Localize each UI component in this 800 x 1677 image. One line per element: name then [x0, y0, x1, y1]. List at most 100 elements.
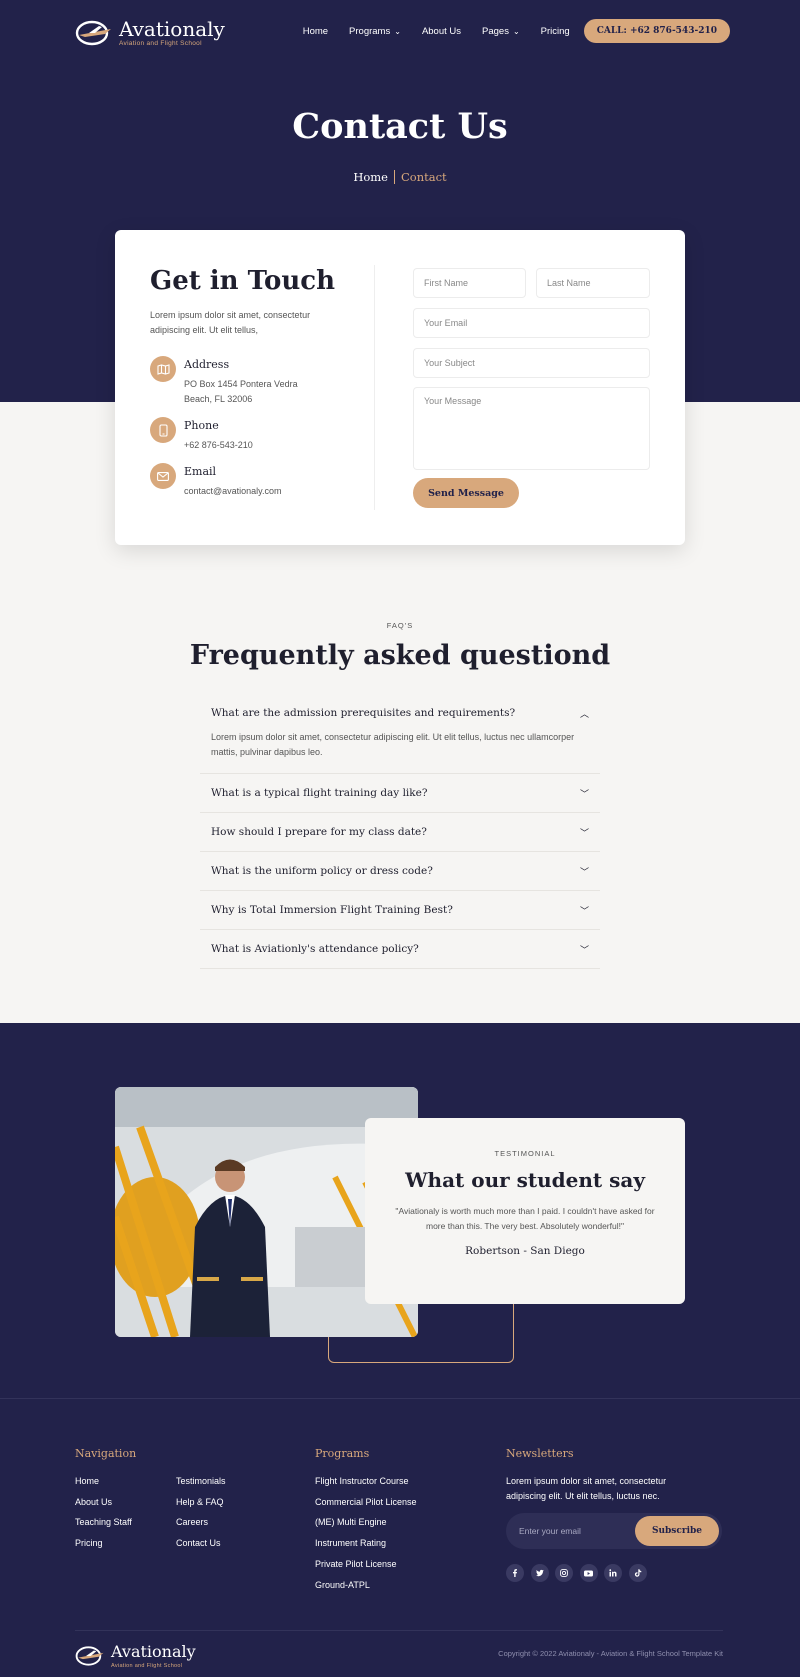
nav-about-label: About Us [421, 25, 462, 37]
page-title: Contact Us [292, 106, 508, 147]
nav-pricing-label: Pricing [540, 25, 570, 37]
testimonial-quote: "Aviationaly is worth much more than I p… [395, 1206, 655, 1231]
footer-program-link[interactable]: Ground-ATPL [315, 1580, 370, 1590]
last-name-field[interactable]: Last Name [536, 268, 650, 298]
faq-question: Why is Total Immersion Flight Training B… [211, 904, 453, 916]
footer-program-link[interactable]: Private Pilot License [315, 1559, 397, 1569]
testimonial-eyebrow: TESTIMONIAL [494, 1149, 556, 1158]
chevron-down-icon[interactable]: ﹀ [580, 826, 589, 839]
faq-answer: Lorem ipsum dolor sit amet, consectetur … [211, 732, 575, 757]
faq-item[interactable]: How should I prepare for my class date? ﹀ [200, 813, 600, 852]
faq-item[interactable]: What is Aviationly's attendance policy? ﹀ [200, 930, 600, 969]
call-button[interactable]: CALL: +62 876-543-210 [583, 19, 730, 43]
footer-link[interactable]: Contact Us [176, 1538, 221, 1548]
nav-programs[interactable]: Programs ⌄ [349, 26, 401, 37]
youtube-icon[interactable] [579, 1564, 598, 1582]
footer-link[interactable]: Careers [176, 1517, 208, 1527]
contact-title: Get in Touch [150, 266, 335, 296]
contact-description: Lorem ipsum dolor sit amet, consectetur … [150, 310, 311, 335]
faq-item[interactable]: What are the admission prerequisites and… [200, 694, 600, 774]
newsletter-text: Lorem ipsum dolor sit amet, consectetur … [506, 1476, 667, 1501]
footer-program-link[interactable]: Instrument Rating [315, 1538, 386, 1548]
newsletter-form: Enter your email Subscribe [506, 1513, 722, 1549]
chevron-down-icon: ⌄ [394, 26, 401, 36]
footer-link[interactable]: Testimonials [176, 1476, 226, 1486]
footer-link[interactable]: Teaching Staff [75, 1517, 132, 1527]
brand-logo[interactable]: Avationaly Aviation and Flight School [75, 18, 225, 48]
chevron-down-icon[interactable]: ﹀ [580, 904, 589, 917]
faq-accordion: What are the admission prerequisites and… [200, 694, 600, 969]
newsletter-email-input[interactable]: Enter your email [519, 1526, 581, 1536]
footer: Navigation Home About Us Teaching Staff … [0, 1398, 800, 1677]
footer-brand-name: Avationaly [111, 1642, 196, 1661]
faq-title: Frequently asked questiond [189, 640, 611, 671]
plane-logo-icon [75, 1645, 104, 1666]
phone-icon [150, 417, 176, 443]
email-title: Email [184, 465, 217, 478]
breadcrumb: Home Contact [0, 170, 800, 184]
address-title: Address [184, 358, 230, 371]
footer-link[interactable]: About Us [75, 1497, 112, 1507]
nav-home-label: Home [302, 25, 329, 37]
phone-value: +62 876-543-210 [184, 440, 253, 450]
top-navigation: Home Programs ⌄ About Us Pages ⌄ Pricing C… [282, 19, 730, 43]
send-message-button[interactable]: Send Message [413, 478, 519, 508]
footer-link[interactable]: Home [75, 1476, 99, 1486]
testimonial-author: Robertson - San Diego [465, 1245, 585, 1257]
brand-name: Avationaly [119, 17, 225, 41]
email-field[interactable]: Your Email [413, 308, 650, 338]
card-divider [374, 265, 375, 510]
nav-pages[interactable]: Pages ⌄ [482, 26, 520, 37]
nav-about-us[interactable]: About Us [422, 26, 461, 37]
faq-item[interactable]: What is a typical flight training day li… [200, 774, 600, 813]
footer-link[interactable]: Pricing [75, 1538, 103, 1548]
testimonial-title: What our student say [405, 1168, 645, 1192]
footer-logo[interactable]: Avationaly Aviation and Flight School [75, 1642, 196, 1669]
message-field[interactable]: Your Message [413, 387, 650, 470]
phone-info: Phone +62 876-543-210 [150, 417, 314, 453]
footer-divider [75, 1630, 723, 1631]
footer-link[interactable]: Help & FAQ [176, 1497, 224, 1507]
faq-item[interactable]: Why is Total Immersion Flight Training B… [200, 891, 600, 930]
address-value: PO Box 1454 Pontera Vedra Beach, FL 3200… [184, 379, 298, 404]
instagram-icon[interactable] [555, 1564, 573, 1582]
linkedin-icon[interactable] [604, 1564, 622, 1582]
email-info: Email contact@avationaly.com [150, 463, 314, 499]
breadcrumb-current: Contact [401, 170, 447, 184]
testimonial-card: TESTIMONIAL What our student say "Aviati… [365, 1118, 685, 1304]
faq-question: What is a typical flight training day li… [211, 787, 428, 799]
faq-question: What is the uniform policy or dress code… [211, 865, 433, 877]
nav-pages-label: Pages [482, 25, 509, 37]
chevron-up-icon[interactable]: ︿ [580, 707, 589, 720]
faq-question: What are the admission prerequisites and… [211, 707, 516, 719]
footer-program-link[interactable]: Commercial Pilot License [315, 1497, 417, 1507]
chevron-down-icon: ⌄ [512, 26, 520, 36]
email-value[interactable]: contact@avationaly.com [184, 484, 314, 499]
first-name-field[interactable]: First Name [413, 268, 526, 298]
footer-program-link[interactable]: Flight Instructor Course [315, 1476, 409, 1486]
faq-eyebrow: FAQ'S [386, 621, 414, 630]
chevron-down-icon[interactable]: ﹀ [580, 943, 589, 956]
social-links [506, 1564, 653, 1582]
subject-field[interactable]: Your Subject [413, 348, 650, 378]
faq-question: How should I prepare for my class date? [211, 826, 427, 838]
faq-item[interactable]: What is the uniform policy or dress code… [200, 852, 600, 891]
nav-programs-label: Programs [349, 25, 391, 37]
chevron-down-icon[interactable]: ﹀ [580, 865, 589, 878]
footer-brand-tagline: Aviation and Flight School [111, 1663, 183, 1669]
phone-title: Phone [184, 419, 219, 432]
footer-newsletter-title: Newsletters [506, 1447, 574, 1460]
address-info: Address PO Box 1454 Pontera Vedra Beach,… [150, 356, 314, 406]
breadcrumb-home-link[interactable]: Home [353, 170, 388, 184]
mail-icon [150, 463, 176, 489]
subscribe-button[interactable]: Subscribe [635, 1516, 719, 1546]
twitter-icon[interactable] [530, 1564, 549, 1582]
nav-home[interactable]: Home [303, 26, 328, 37]
breadcrumb-separator [394, 170, 395, 184]
chevron-down-icon[interactable]: ﹀ [580, 787, 589, 800]
nav-pricing[interactable]: Pricing [541, 26, 570, 37]
faq-question: What is Aviationly's attendance policy? [211, 943, 419, 955]
tiktok-icon[interactable] [628, 1564, 647, 1582]
facebook-icon[interactable] [506, 1564, 524, 1582]
footer-program-link[interactable]: (ME) Multi Engine [315, 1517, 387, 1527]
